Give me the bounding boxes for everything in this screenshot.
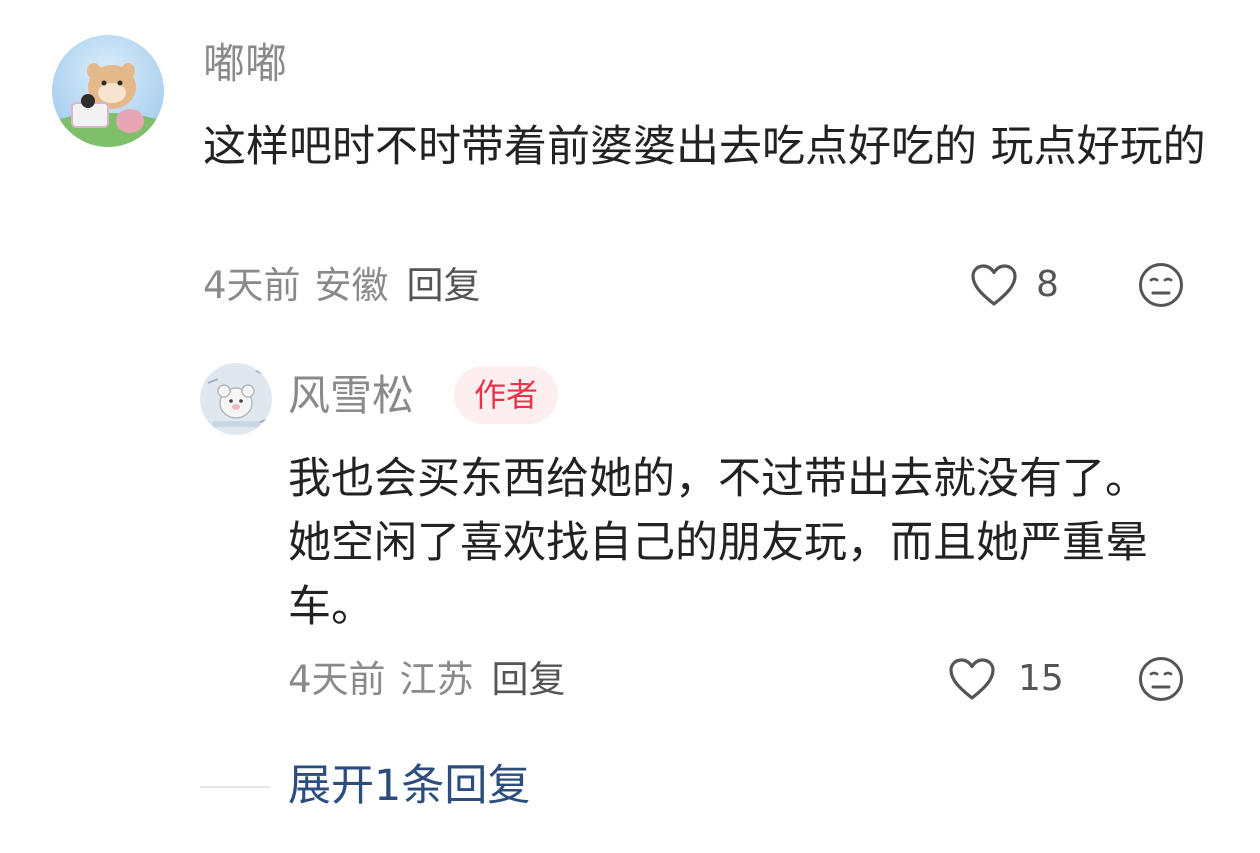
heart-outline-icon[interactable]	[970, 263, 1018, 307]
reply-time: 4天前	[288, 658, 386, 701]
avatar[interactable]	[52, 35, 164, 147]
comment-text: 这样吧时不时带着前婆婆出去吃点好吃的 玩点好玩的	[203, 122, 1206, 172]
comment-time: 4天前	[203, 264, 301, 307]
author-badge: 作者	[454, 366, 559, 424]
avatar[interactable]	[200, 363, 272, 435]
expand-replies-button[interactable]: 展开1条回复	[288, 765, 530, 808]
heart-outline-icon[interactable]	[948, 657, 996, 701]
reply-button[interactable]: 回复	[492, 658, 566, 701]
reply-button[interactable]: 回复	[407, 264, 481, 307]
like-count: 8	[1036, 264, 1059, 305]
neutral-face-icon[interactable]	[1138, 656, 1184, 702]
reply-text: 我也会买东西给她的，不过带出去就没有了。她空闲了喜欢找自己的朋友玩，而且她严重晕…	[288, 454, 1148, 632]
divider	[200, 786, 270, 788]
reply-location: 江苏	[399, 658, 474, 701]
reply-meta: 4天前 江苏 回复	[288, 661, 580, 698]
comment-meta: 4天前 安徽 回复	[203, 267, 495, 304]
comment-username[interactable]: 嘟嘟	[203, 43, 287, 85]
neutral-face-icon[interactable]	[1138, 262, 1184, 308]
avatar-bear-image	[200, 363, 272, 435]
like-count: 15	[1018, 658, 1064, 699]
comment-location: 安徽	[314, 264, 389, 307]
reply-username[interactable]: 风雪松	[288, 375, 414, 417]
avatar-hamster-image	[52, 35, 164, 147]
